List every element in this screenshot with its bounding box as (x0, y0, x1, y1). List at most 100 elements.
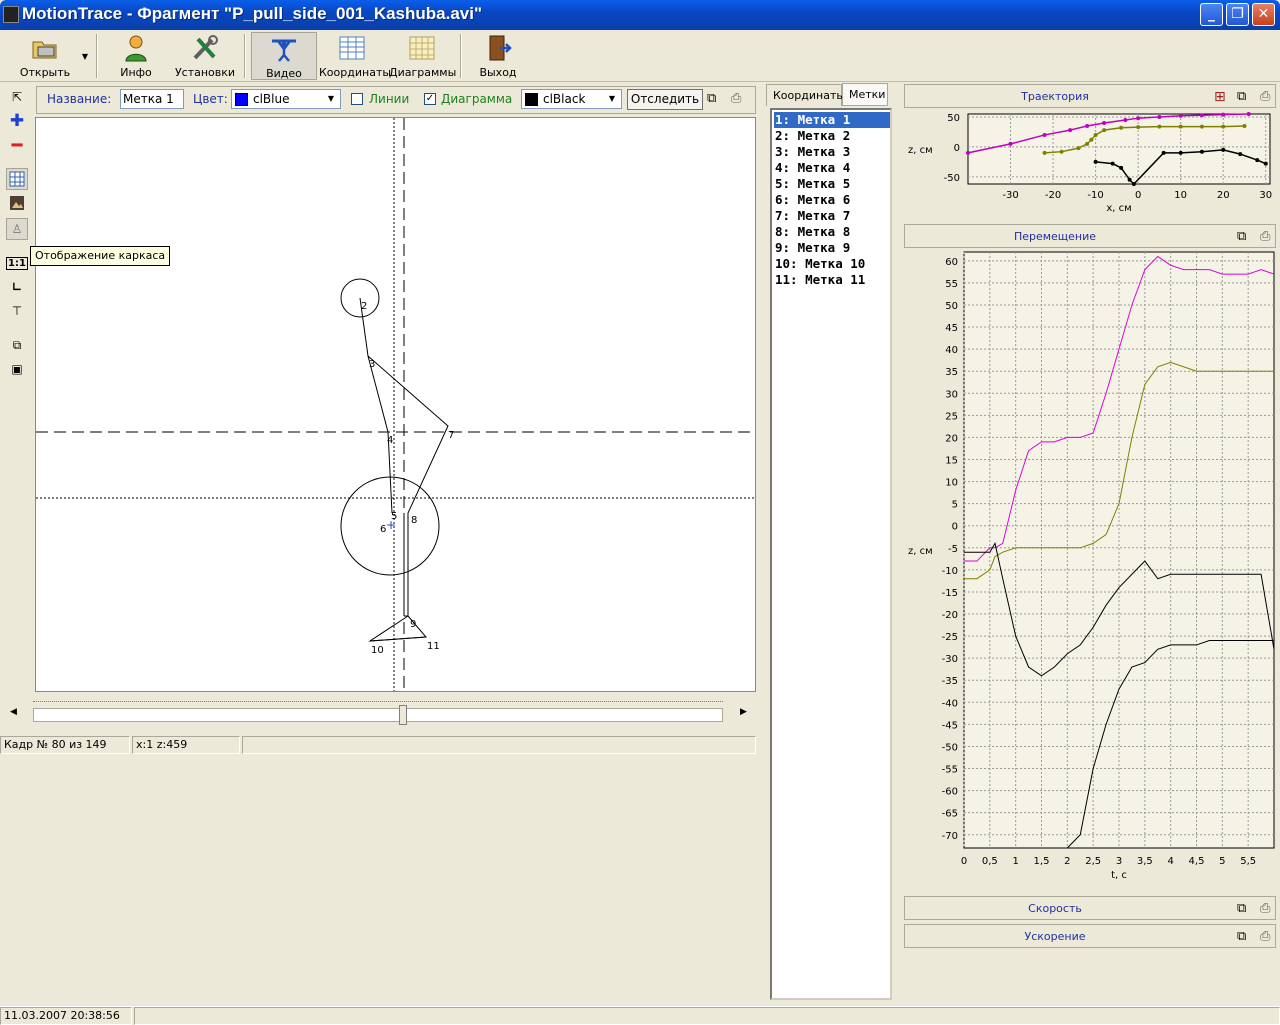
export-tool[interactable]: ⧉ (6, 334, 28, 356)
copy-icon[interactable]: ⧉ (1237, 929, 1252, 944)
pointer-tool[interactable]: ⇱ (6, 86, 28, 108)
exit-button[interactable]: Выход (472, 32, 524, 80)
trajectory-point (1119, 125, 1124, 130)
print-icon[interactable]: ⎙ (1260, 929, 1275, 944)
diagram-checkbox[interactable]: ✓ (424, 93, 436, 105)
save-tool[interactable]: ▣ (6, 358, 28, 380)
scale-1-1-tool[interactable]: 1:1 (6, 252, 28, 274)
y-axis-label: z, см (908, 145, 933, 156)
export-icon: ⧉ (12, 337, 22, 352)
remove-marker-tool[interactable]: ━ (6, 134, 28, 156)
trajectory-panel-header: Траектория ⊞ ⧉ ⎙ (904, 84, 1276, 108)
checkmark-icon: ✓ (425, 93, 435, 104)
lines-checkbox[interactable] (351, 93, 363, 105)
open-button[interactable]: Открыть (14, 32, 76, 80)
acceleration-panel-header: Ускорение ⧉ ⎙ (904, 924, 1276, 948)
velocity-panel-header: Скорость ⧉ ⎙ (904, 896, 1276, 920)
y-tick-label: 25 (945, 411, 958, 422)
close-button[interactable]: ✕ (1252, 3, 1275, 26)
chevron-down-icon[interactable]: ▼ (323, 91, 339, 107)
marker-list-item[interactable]: 2: Метка 2 (774, 128, 890, 144)
y-tick-label: -50 (944, 173, 960, 184)
diagram-icon (409, 36, 435, 60)
y-tick-label: -55 (942, 765, 958, 776)
video-canvas[interactable]: 2 3 4 5 6 7 8 9 10 11 + (35, 117, 756, 692)
velocity-title: Скорость (1028, 902, 1082, 915)
chevron-down-icon[interactable]: ▼ (604, 91, 620, 107)
axes-tool[interactable]: ∟ (6, 276, 28, 298)
marker-list-item[interactable]: 9: Метка 9 (774, 240, 890, 256)
frame-counter: Кадр № 80 из 149 (0, 736, 130, 754)
marker-list-item[interactable]: 3: Метка 3 (774, 144, 890, 160)
trajectory-title: Траектория (1021, 90, 1089, 103)
settings-button[interactable]: Установки (172, 32, 238, 80)
copy-icon[interactable]: ⧉ (1237, 901, 1252, 916)
print-icon[interactable]: ⎙ (1260, 229, 1275, 244)
arrow-right-icon[interactable]: ▶ (740, 707, 747, 717)
minimize-button[interactable]: _ (1200, 3, 1223, 26)
info-button[interactable]: Инфо (110, 32, 162, 80)
print-icon[interactable]: ⎙ (1260, 89, 1275, 104)
ruler-tool[interactable]: ⊤ (6, 300, 28, 322)
crosshair-icon[interactable]: ⊞ (1214, 89, 1229, 105)
tools-icon (193, 35, 218, 60)
tab-coordinates[interactable]: Координаты (766, 84, 845, 106)
user-icon (125, 35, 147, 62)
y-tick-label: -60 (942, 787, 958, 798)
color-select[interactable]: clBlue ▼ (231, 89, 341, 109)
axes-icon: ∟ (11, 280, 23, 294)
color-label: Цвет: (193, 92, 228, 106)
copy-icon[interactable]: ⧉ (1237, 89, 1252, 104)
trajectory-point (1008, 141, 1013, 146)
trajectory-point (1093, 132, 1098, 137)
diagrams-button[interactable]: Диаграммы (389, 32, 456, 80)
open-dropdown-button[interactable]: ▼ (78, 32, 92, 80)
slider-track[interactable] (33, 708, 723, 722)
track-button[interactable]: Отследить (627, 89, 703, 110)
trajectory-point (1076, 146, 1081, 151)
diagram-color-select[interactable]: clBlack ▼ (521, 89, 622, 109)
charts-panel: Траектория ⊞ ⧉ ⎙ -30 -20 -10 0 10 20 30 50 0 -50 x… (902, 84, 1278, 1004)
x-tick-label: 4,5 (1189, 856, 1205, 867)
x-tick-label: 0 (961, 856, 967, 867)
skeleton-label: 3 (369, 359, 375, 370)
marker-list-item[interactable]: 5: Метка 5 (774, 176, 890, 192)
y-tick-label: -35 (942, 676, 958, 687)
trajectory-point (1199, 113, 1204, 118)
coordinates-button[interactable]: Координаты (319, 32, 391, 80)
table-icon (339, 36, 365, 60)
video-button[interactable]: Видео (251, 32, 317, 80)
acceleration-title: Ускорение (1024, 930, 1086, 943)
status-empty (242, 736, 756, 754)
tab-markers[interactable]: Метки (842, 83, 888, 106)
marker-list-item[interactable]: 10: Метка 10 (774, 256, 890, 272)
marker-list-item[interactable]: 1: Метка 1 (774, 112, 890, 128)
marker-list-item[interactable]: 7: Метка 7 (774, 208, 890, 224)
image-tool[interactable] (6, 192, 28, 214)
copy-icon[interactable]: ⧉ (707, 91, 716, 106)
marker-list[interactable]: 1: Метка 1 2: Метка 2 3: Метка 3 4: Метка 4… (770, 108, 892, 1000)
trajectory-point (1221, 147, 1226, 152)
print-icon[interactable]: ⎙ (731, 91, 741, 106)
skeleton-tool[interactable]: ♙ (6, 218, 28, 240)
add-marker-tool[interactable]: ✚ (6, 110, 28, 132)
print-icon[interactable]: ⎙ (1260, 901, 1275, 916)
grid-tool[interactable] (6, 168, 28, 190)
marker-list-item[interactable]: 8: Метка 8 (774, 224, 890, 240)
arrow-left-icon[interactable]: ◀ (10, 707, 17, 717)
arm-line (367, 355, 449, 617)
y-tick-label: 20 (945, 433, 958, 444)
maximize-button[interactable]: ❐ (1226, 3, 1249, 26)
app-icon[interactable] (3, 6, 19, 23)
slider-thumb[interactable] (399, 705, 407, 725)
frame-status-bar: Кадр № 80 из 149 x:1 z:459 (0, 736, 756, 754)
frame-slider[interactable]: ◀ ▶ (0, 700, 756, 728)
marker-list-item[interactable]: 11: Метка 11 (774, 272, 890, 288)
copy-icon[interactable]: ⧉ (1237, 229, 1252, 244)
marker-name-input[interactable] (120, 89, 184, 109)
marker-list-item[interactable]: 6: Метка 6 (774, 192, 890, 208)
y-tick-label: 40 (945, 345, 958, 356)
y-tick-label: 60 (945, 257, 958, 268)
y-tick-label: -20 (942, 610, 958, 621)
marker-list-item[interactable]: 4: Метка 4 (774, 160, 890, 176)
